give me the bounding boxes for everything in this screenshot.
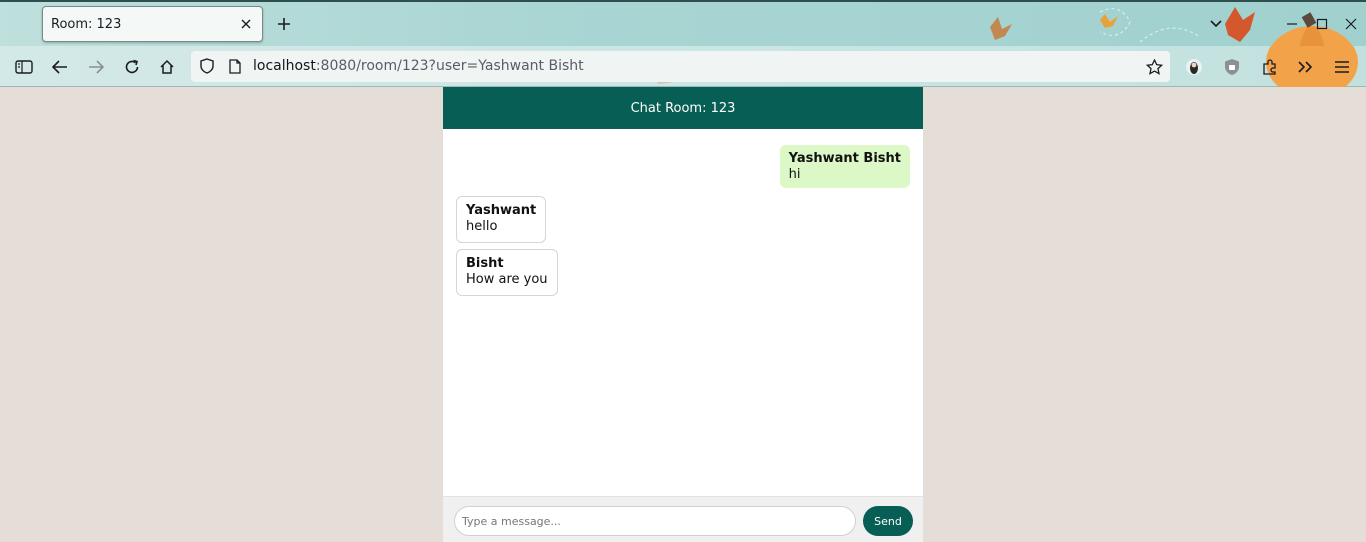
forward-arrow-icon[interactable] — [84, 55, 108, 79]
send-button[interactable]: Send — [863, 506, 913, 536]
window-minimize-icon[interactable] — [1282, 14, 1302, 34]
chat-container: Chat Room: 123 Yashwant Bisht hi Yashwan… — [443, 87, 923, 542]
bookmark-star-icon[interactable] — [1145, 58, 1163, 76]
message-text: hi — [788, 167, 801, 182]
new-tab-plus-icon[interactable] — [274, 14, 294, 34]
theme-decoration — [990, 7, 1354, 48]
chat-header: Chat Room: 123 — [443, 87, 923, 129]
window-close-icon[interactable] — [1341, 14, 1361, 34]
page-info-icon[interactable] — [227, 58, 243, 74]
url-path: :8080/room/123?user=Yashwant Bisht — [315, 58, 584, 74]
message-text: How are you — [466, 272, 548, 287]
reload-icon[interactable] — [120, 55, 144, 79]
active-tab[interactable]: Room: 123 — [42, 6, 263, 42]
list-all-tabs-chevron-icon[interactable] — [1206, 14, 1226, 34]
message-bubble-own: Yashwant Bisht hi — [779, 145, 910, 188]
tab-strip: Room: 123 — [0, 0, 1366, 48]
tracking-protection-shield-icon[interactable] — [199, 58, 215, 74]
sidebar-toggle-icon[interactable] — [12, 55, 36, 79]
back-arrow-icon[interactable] — [48, 55, 72, 79]
chat-room-title: Chat Room: 123 — [630, 100, 736, 116]
extensions-puzzle-icon[interactable] — [1258, 55, 1282, 79]
message-input[interactable] — [454, 506, 856, 536]
address-bar[interactable]: localhost:8080/room/123?user=Yashwant Bi… — [191, 51, 1170, 82]
tab-close-icon[interactable] — [238, 16, 254, 32]
window-maximize-icon[interactable] — [1312, 14, 1332, 34]
message-bubble: Yashwant hello — [456, 196, 547, 243]
overflow-chevrons-icon[interactable] — [1293, 55, 1317, 79]
message-composer: Send — [443, 496, 923, 542]
message-text: hello — [466, 219, 498, 234]
extension-shield-icon[interactable] — [1220, 55, 1244, 79]
message-sender: Yashwant — [466, 203, 537, 218]
tab-title: Room: 123 — [51, 16, 122, 32]
message-bubble: Bisht How are you — [456, 249, 558, 296]
menu-hamburger-icon[interactable] — [1330, 55, 1354, 79]
url-host: localhost — [253, 58, 316, 74]
message-sender: Bisht — [466, 256, 504, 271]
home-icon[interactable] — [155, 55, 179, 79]
navigation-toolbar: localhost:8080/room/123?user=Yashwant Bi… — [0, 46, 1366, 87]
url-text[interactable]: localhost:8080/room/123?user=Yashwant Bi… — [253, 58, 584, 74]
message-sender: Yashwant Bisht — [788, 151, 901, 166]
extension-avatar-icon[interactable] — [1182, 55, 1206, 79]
